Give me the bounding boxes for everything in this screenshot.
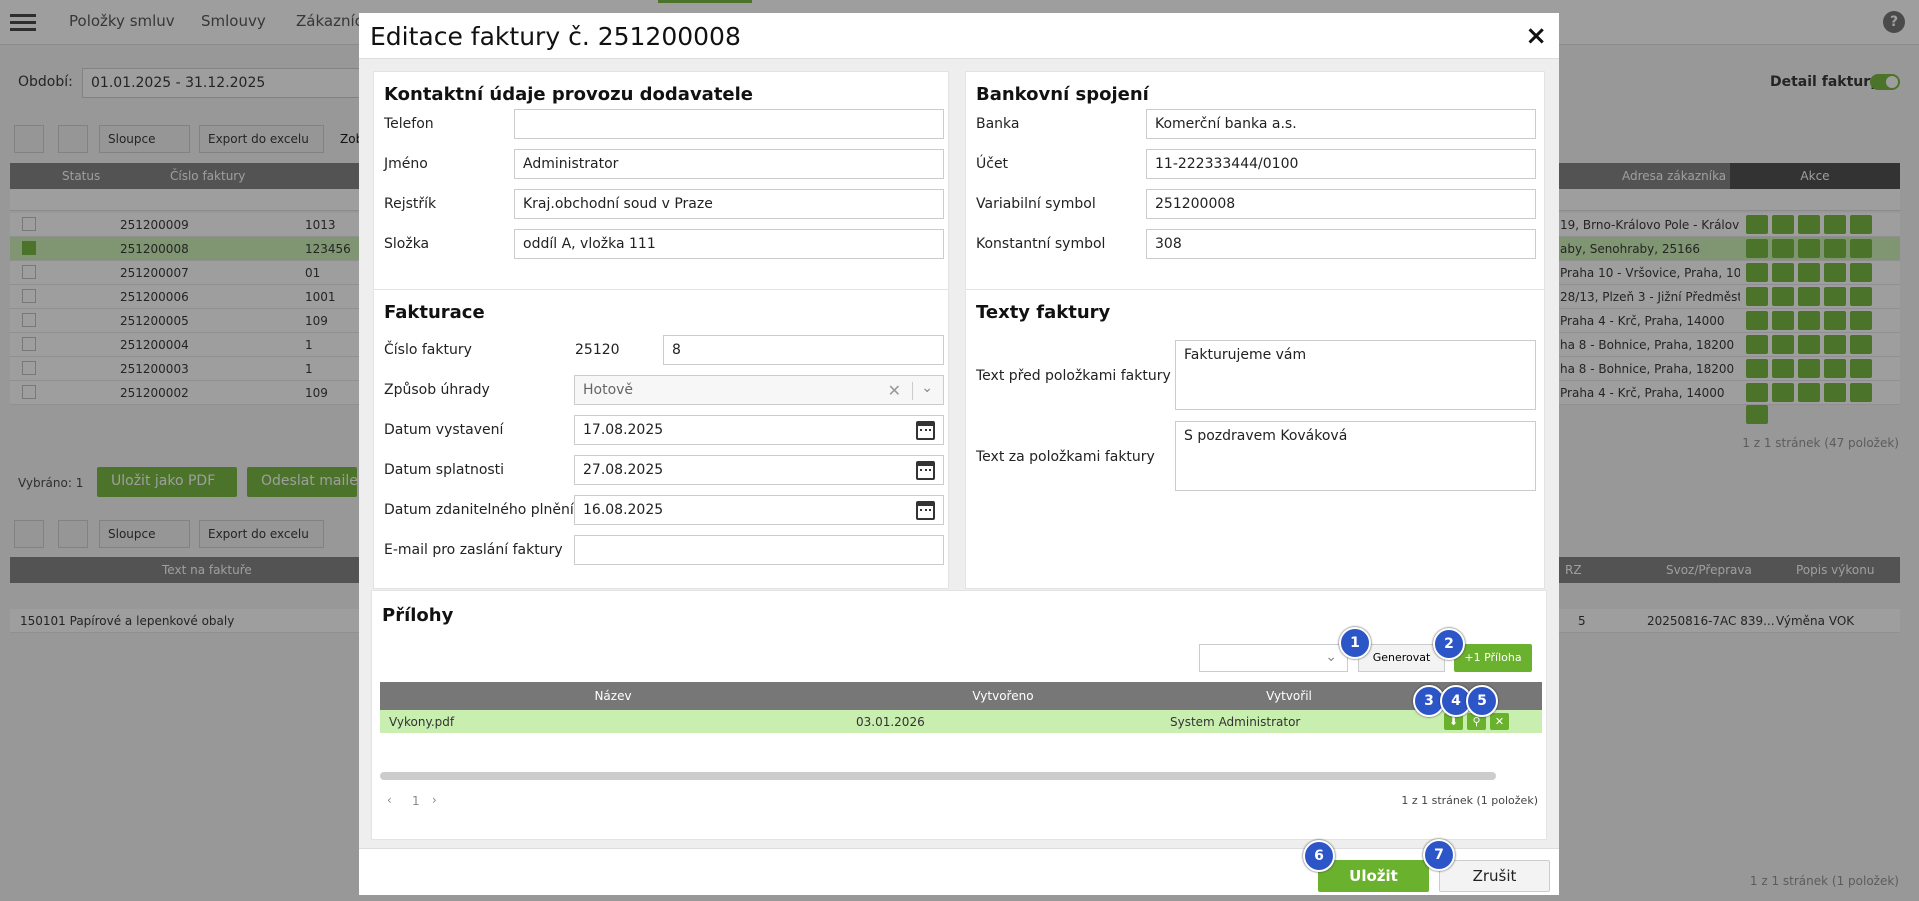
step-badge-6: 6: [1303, 840, 1335, 872]
delete-icon[interactable]: ✕: [1490, 713, 1509, 730]
text-after-label: Text za položkami faktury: [976, 449, 1155, 465]
attachment-row[interactable]: Vykony.pdf 03.01.2026 System Administrat…: [380, 710, 1542, 733]
vs-label: Variabilní symbol: [976, 196, 1096, 212]
contact-panel: Kontaktní údaje provozu dodavatele Telef…: [373, 71, 949, 291]
modal-footer: Uložit Zrušit: [359, 848, 1559, 895]
step-badge-2: 2: [1433, 628, 1465, 660]
edit-invoice-modal: Editace faktury č. 251200008 × Kontaktní…: [359, 13, 1559, 895]
payment-label: Způsob úhrady: [384, 382, 490, 398]
registry-input[interactable]: Kraj.obchodní soud v Praze: [514, 189, 944, 219]
phone-input[interactable]: [514, 109, 944, 139]
tax-date-label: Datum zdanitelného plnění: [384, 502, 574, 518]
calendar-icon[interactable]: [916, 501, 935, 520]
invoice-number-label: Číslo faktury: [384, 342, 472, 358]
save-button[interactable]: Uložit: [1318, 860, 1429, 892]
contact-title: Kontaktní údaje provozu dodavatele: [384, 84, 754, 105]
due-date-value: 27.08.2025: [583, 462, 664, 478]
step-badge-1: 1: [1339, 627, 1371, 659]
registry-label: Rejstřík: [384, 196, 437, 212]
bank-label: Banka: [976, 116, 1020, 132]
next-page-icon[interactable]: ›: [432, 793, 437, 807]
cancel-button[interactable]: Zrušit: [1439, 860, 1550, 892]
text-before-label: Text před položkami faktury: [976, 368, 1171, 384]
invoice-number-prefix: 25120: [575, 342, 620, 358]
clear-icon[interactable]: ✕: [888, 381, 901, 400]
page-number[interactable]: 1: [412, 794, 420, 808]
issue-date-input[interactable]: 17.08.2025: [574, 415, 944, 445]
payment-select[interactable]: Hotově ✕ ⌄: [574, 375, 944, 405]
attachments-panel: Přílohy ⌄ Generovat +1 Příloha Název Vyt…: [371, 590, 1547, 840]
text-before-input[interactable]: Fakturujeme vám: [1175, 340, 1536, 410]
close-icon[interactable]: ×: [1525, 21, 1547, 51]
issue-date-value: 17.08.2025: [583, 422, 664, 438]
calendar-icon[interactable]: [916, 421, 935, 440]
chevron-down-icon[interactable]: ⌄: [921, 380, 933, 396]
attachments-pager: 1 z 1 stránek (1 položek): [1401, 794, 1538, 807]
name-input[interactable]: Administrator: [514, 149, 944, 179]
header-name[interactable]: Název: [380, 689, 846, 703]
payment-value: Hotově: [583, 382, 634, 398]
prev-page-icon[interactable]: ‹: [387, 793, 392, 807]
step-badge-7: 7: [1423, 839, 1455, 871]
horizontal-scrollbar[interactable]: [380, 772, 1496, 780]
generate-button[interactable]: Generovat: [1358, 644, 1445, 672]
tax-date-value: 16.08.2025: [583, 502, 664, 518]
invoice-number-input[interactable]: 8: [663, 335, 944, 365]
texts-title: Texty faktury: [976, 302, 1111, 323]
file-label: Složka: [384, 236, 430, 252]
header-created[interactable]: Vytvořeno: [846, 689, 1160, 703]
attachments-title: Přílohy: [382, 605, 454, 626]
attachment-created: 03.01.2026: [856, 715, 925, 729]
due-date-label: Datum splatnosti: [384, 462, 505, 478]
tax-date-input[interactable]: 16.08.2025: [574, 495, 944, 525]
text-after-input[interactable]: S pozdravem Kováková: [1175, 421, 1536, 491]
attachment-author: System Administrator: [1170, 715, 1301, 729]
invoicing-title: Fakturace: [384, 302, 485, 323]
step-badge-5: 5: [1466, 685, 1498, 717]
header-author[interactable]: Vytvořil: [1160, 689, 1418, 703]
template-select[interactable]: ⌄: [1199, 644, 1348, 672]
ks-label: Konstantní symbol: [976, 236, 1106, 252]
vs-input[interactable]: 251200008: [1146, 189, 1536, 219]
email-input[interactable]: [574, 535, 944, 565]
texts-panel: Texty faktury Text před položkami faktur…: [965, 289, 1545, 589]
calendar-icon[interactable]: [916, 461, 935, 480]
account-label: Účet: [976, 156, 1009, 172]
due-date-input[interactable]: 27.08.2025: [574, 455, 944, 485]
modal-title: Editace faktury č. 251200008: [370, 22, 741, 51]
bank-input[interactable]: Komerční banka a.s.: [1146, 109, 1536, 139]
select-separator: [912, 382, 913, 400]
add-attachment-button[interactable]: +1 Příloha: [1454, 644, 1532, 672]
account-input[interactable]: 11-222333444/0100: [1146, 149, 1536, 179]
attachments-grid-header: Název Vytvořeno Vytvořil: [380, 682, 1542, 710]
ks-input[interactable]: 308: [1146, 229, 1536, 259]
phone-label: Telefon: [384, 116, 434, 132]
invoicing-panel: Fakturace Číslo faktury 25120 8 Způsob ú…: [373, 289, 949, 589]
email-label: E-mail pro zaslání faktury: [384, 542, 563, 558]
name-label: Jméno: [384, 156, 428, 172]
chevron-down-icon[interactable]: ⌄: [1325, 649, 1337, 665]
bank-panel: Bankovní spojení Banka Komerční banka a.…: [965, 71, 1545, 291]
bank-title: Bankovní spojení: [976, 84, 1149, 105]
attachment-name: Vykony.pdf: [389, 715, 455, 729]
issue-date-label: Datum vystavení: [384, 422, 504, 438]
file-input[interactable]: oddíl A, vložka 111: [514, 229, 944, 259]
modal-header: Editace faktury č. 251200008 ×: [359, 13, 1559, 59]
